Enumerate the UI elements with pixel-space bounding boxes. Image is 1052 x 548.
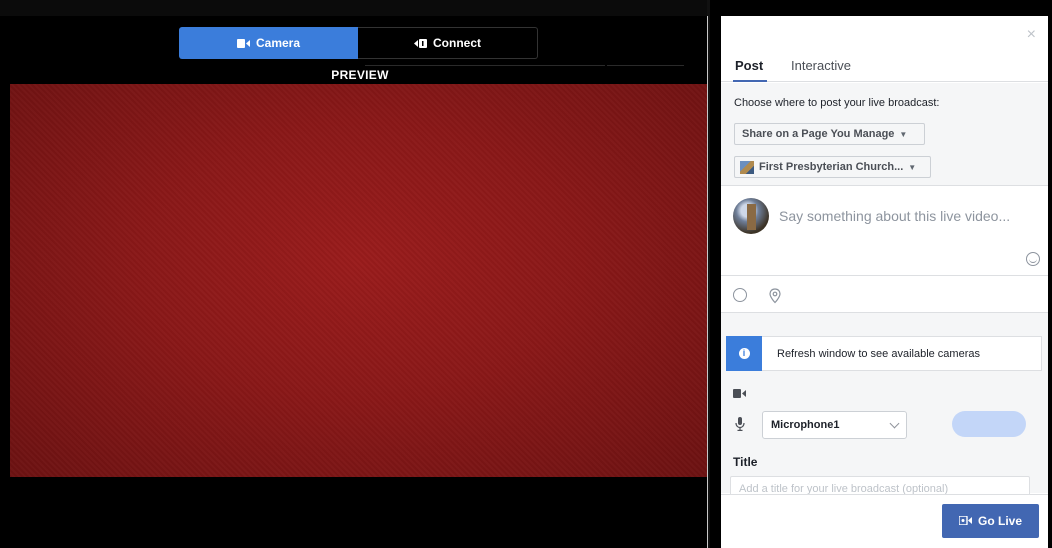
emoji-icon[interactable] — [1026, 252, 1040, 266]
camera-mode-label: Camera — [255, 36, 301, 50]
microphone-select-value: Microphone1 — [771, 419, 840, 431]
video-camera-icon — [733, 385, 746, 403]
camera-stage: Camera Connect PREVIEW — [0, 0, 710, 548]
notice-text: Refresh window to see available cameras — [777, 347, 980, 360]
audio-level-indicator — [952, 411, 1026, 437]
feeling-icon[interactable] — [733, 288, 747, 302]
broadcast-settings: i Refresh window to see available camera… — [721, 313, 1048, 506]
preview-guide-line — [607, 65, 684, 66]
page-select[interactable]: First Presbyterian Church... ▼ — [734, 156, 931, 178]
video-camera-icon — [236, 38, 250, 48]
destination-section: Choose where to post your live broadcast… — [721, 83, 1048, 186]
composer-tabs: Post Interactive — [721, 54, 1048, 82]
preview-guide-line — [365, 65, 605, 66]
page-thumbnail — [740, 160, 754, 174]
camera-notice: i Refresh window to see available camera… — [726, 336, 1042, 371]
composer-area[interactable]: Say something about this live video... — [721, 186, 1048, 276]
connect-mode-button[interactable]: Connect — [358, 27, 538, 59]
connect-icon — [414, 38, 427, 48]
live-composer-panel: × Post Interactive Choose where to post … — [721, 16, 1048, 548]
location-pin-icon[interactable] — [768, 288, 782, 304]
composer-input[interactable]: Say something about this live video... — [779, 208, 1010, 224]
page-select-label: First Presbyterian Church... — [759, 161, 904, 173]
preview-label: PREVIEW — [331, 68, 389, 82]
share-destination-select[interactable]: Share on a Page You Manage ▼ — [734, 123, 925, 145]
go-live-label: Go Live — [977, 514, 1022, 528]
avatar — [733, 198, 769, 234]
caret-down-icon: ▼ — [908, 162, 917, 172]
caret-down-icon: ▼ — [899, 129, 908, 139]
go-live-button[interactable]: Go Live — [942, 504, 1039, 538]
attachment-row — [721, 276, 1048, 313]
microphone-select[interactable]: Microphone1 — [762, 411, 907, 439]
tab-post[interactable]: Post — [732, 58, 768, 82]
panel-footer: Go Live — [721, 494, 1048, 548]
camera-mode-button[interactable]: Camera — [179, 27, 358, 59]
mode-switch: Camera Connect — [179, 27, 538, 59]
camera-preview — [10, 84, 707, 477]
top-bar — [0, 0, 710, 16]
tab-interactive[interactable]: Interactive — [791, 58, 851, 73]
info-icon: i — [738, 348, 750, 359]
microphone-icon — [735, 417, 745, 436]
chevron-down-icon — [889, 418, 900, 428]
connect-mode-label: Connect — [433, 36, 481, 50]
share-destination-label: Share on a Page You Manage — [742, 128, 895, 140]
live-video-icon — [958, 514, 972, 528]
notice-badge: i — [726, 336, 762, 371]
title-label: Title — [733, 455, 758, 469]
close-icon[interactable]: × — [1027, 26, 1036, 44]
destination-prompt: Choose where to post your live broadcast… — [734, 97, 940, 109]
panel-divider-line — [707, 16, 708, 548]
